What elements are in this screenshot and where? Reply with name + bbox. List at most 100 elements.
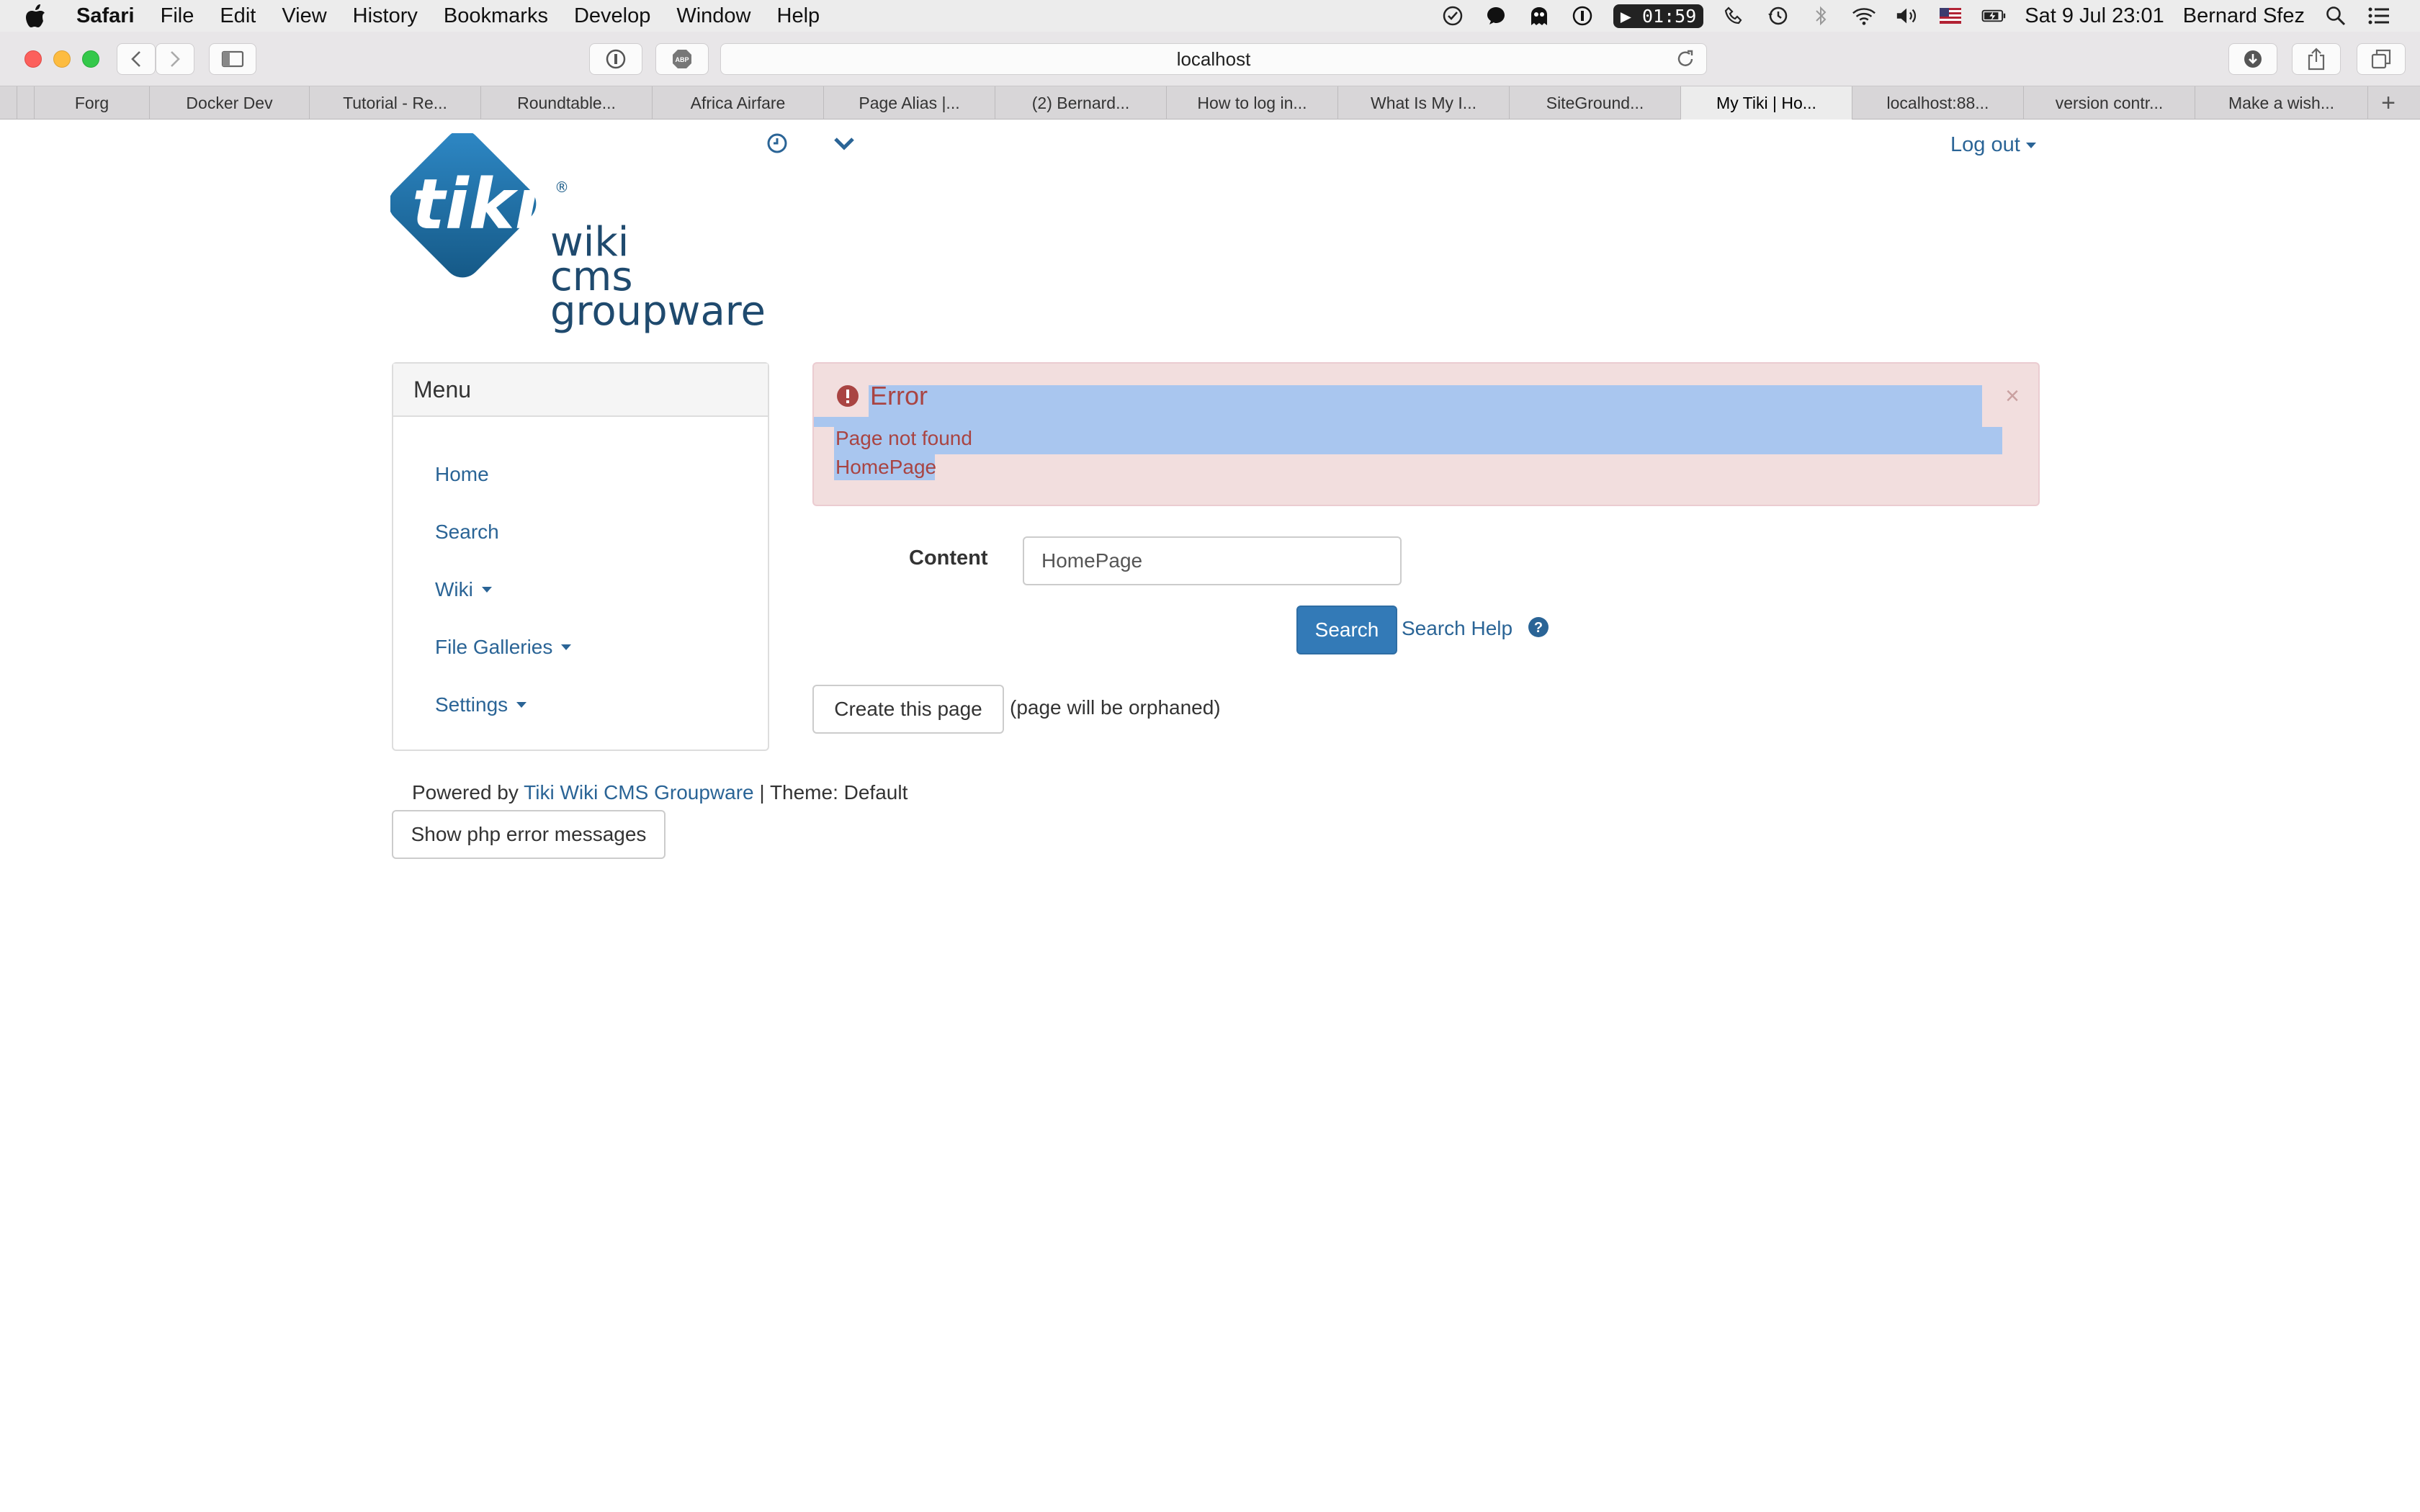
show-php-errors-button[interactable]: Show php error messages: [392, 810, 666, 859]
search-button[interactable]: Search: [1296, 606, 1397, 654]
sidebar-toggle-button[interactable]: [209, 43, 256, 75]
close-alert-button[interactable]: ×: [2005, 382, 2020, 410]
text-selection-highlight: [869, 385, 1982, 417]
create-page-button[interactable]: Create this page: [812, 685, 1004, 734]
menu-item-file-galleries[interactable]: File Galleries: [393, 618, 768, 676]
ghost-icon[interactable]: [1527, 4, 1551, 28]
checkmark-circle-icon[interactable]: [1440, 4, 1465, 28]
chat-bubble-icon[interactable]: [1484, 4, 1508, 28]
menu-develop[interactable]: Develop: [574, 4, 650, 28]
tab-item[interactable]: Roundtable...: [481, 86, 653, 120]
adblock-icon: ABP: [673, 50, 691, 68]
minimize-window-button[interactable]: [53, 50, 71, 68]
tab-item[interactable]: Page Alias |...: [824, 86, 995, 120]
tab-pinned-1[interactable]: [0, 86, 17, 120]
tab-item[interactable]: What Is My I...: [1338, 86, 1510, 120]
svg-text:?: ?: [1534, 620, 1543, 636]
apple-icon[interactable]: [26, 4, 55, 27]
user-name[interactable]: Bernard Sfez: [2183, 4, 2305, 28]
phone-icon[interactable]: [1722, 4, 1747, 28]
tab-item[interactable]: Make a wish...: [2195, 86, 2368, 120]
menu-item-search[interactable]: Search: [393, 503, 768, 561]
menu-bookmarks[interactable]: Bookmarks: [444, 4, 548, 28]
time-machine-icon[interactable]: [1765, 4, 1790, 28]
show-tabs-button[interactable]: [2357, 43, 2406, 75]
volume-icon[interactable]: [1895, 4, 1919, 28]
chevron-down-icon[interactable]: [833, 136, 856, 156]
sidebar-icon: [221, 50, 244, 68]
content-search-input[interactable]: [1023, 536, 1402, 585]
downloads-button[interactable]: [2228, 43, 2277, 75]
menu-help[interactable]: Help: [777, 4, 820, 28]
spotlight-search-icon[interactable]: [2323, 4, 2348, 28]
tab-item[interactable]: Docker Dev: [150, 86, 310, 120]
menu-view[interactable]: View: [282, 4, 326, 28]
tab-pinned-2[interactable]: [17, 86, 35, 120]
password-manager-icon: [606, 49, 626, 69]
reader-password-button[interactable]: [589, 43, 642, 75]
error-title: Error: [835, 381, 928, 411]
tab-bar: Forg Docker Dev Tutorial - Re... Roundta…: [0, 86, 2420, 120]
caret-down-icon: [516, 702, 527, 708]
tab-item-active[interactable]: My Tiki | Ho...: [1681, 86, 1852, 120]
password-manager-icon[interactable]: [1570, 4, 1595, 28]
menu-app-name[interactable]: Safari: [76, 4, 135, 28]
menu-window[interactable]: Window: [676, 4, 750, 28]
timer-badge[interactable]: ▶ 01:59: [1613, 4, 1704, 28]
web-page: tiki ® wiki cms groupware Log out Menu H…: [6, 120, 2414, 1512]
tab-item[interactable]: SiteGround...: [1510, 86, 1681, 120]
share-button[interactable]: [2292, 43, 2341, 75]
tab-item[interactable]: (2) Bernard...: [995, 86, 1167, 120]
battery-icon[interactable]: [1981, 4, 2006, 28]
new-tab-button[interactable]: +: [2368, 86, 2408, 120]
caret-down-icon: [2025, 142, 2036, 148]
theme-text: | Theme: Default: [759, 781, 908, 804]
wifi-icon[interactable]: [1852, 4, 1876, 28]
reload-icon[interactable]: [1675, 48, 1696, 75]
menu-item-wiki[interactable]: Wiki: [393, 561, 768, 618]
search-help-link[interactable]: Search Help: [1402, 617, 1512, 640]
clock-icon[interactable]: [766, 132, 789, 158]
error-page-name: HomePage: [835, 456, 937, 478]
menu-item-label: Search: [435, 521, 499, 543]
clock-text[interactable]: Sat 9 Jul 23:01: [2025, 4, 2164, 28]
zoom-window-button[interactable]: [82, 50, 99, 68]
menu-history[interactable]: History: [353, 4, 418, 28]
close-window-button[interactable]: [24, 50, 42, 68]
status-area: ▶ 01:59 Sat 9 Jul 23:01 Bernard Sfez: [1440, 0, 2391, 32]
menu-item-label: Wiki: [435, 578, 473, 600]
logo-tiki-text: tiki: [412, 164, 539, 245]
svg-text:ABP: ABP: [675, 56, 689, 63]
menu-item-label: File Galleries: [435, 636, 553, 658]
logout-dropdown[interactable]: Log out: [1950, 133, 2036, 157]
adblock-button[interactable]: ABP: [655, 43, 709, 75]
logout-label: Log out: [1950, 133, 2020, 156]
address-bar-url: localhost: [1176, 48, 1251, 70]
address-bar[interactable]: localhost: [720, 43, 1707, 75]
question-circle-icon[interactable]: ?: [1527, 616, 1550, 642]
menu-list: Home Search Wiki File Galleries Settings: [393, 417, 768, 734]
notification-center-icon[interactable]: [2367, 4, 2391, 28]
menu-item-settings[interactable]: Settings: [393, 676, 768, 734]
tiki-link[interactable]: Tiki Wiki CMS Groupware: [524, 781, 753, 804]
caret-down-icon: [561, 644, 572, 650]
tab-item[interactable]: Forg: [35, 86, 150, 120]
tab-item[interactable]: Tutorial - Re...: [310, 86, 481, 120]
powered-by-text: Powered by: [412, 781, 519, 804]
svg-text:®: ®: [555, 179, 569, 196]
tab-item[interactable]: How to log in...: [1167, 86, 1338, 120]
bluetooth-icon[interactable]: [1809, 4, 1833, 28]
menu-item-home[interactable]: Home: [393, 446, 768, 503]
back-button[interactable]: [117, 43, 156, 75]
menu-panel: Menu Home Search Wiki File Galleries Set…: [392, 362, 769, 751]
menu-edit[interactable]: Edit: [220, 4, 256, 28]
share-icon: [2308, 48, 2325, 71]
logo-groupware-text: groupware: [550, 288, 766, 335]
tab-item[interactable]: version contr...: [2024, 86, 2195, 120]
forward-button[interactable]: [156, 43, 194, 75]
menu-file[interactable]: File: [161, 4, 194, 28]
tiki-logo[interactable]: tiki ® wiki cms groupware: [388, 130, 772, 338]
us-flag-icon[interactable]: [1938, 4, 1963, 28]
tab-item[interactable]: localhost:88...: [1852, 86, 2024, 120]
tab-item[interactable]: Africa Airfare: [653, 86, 824, 120]
